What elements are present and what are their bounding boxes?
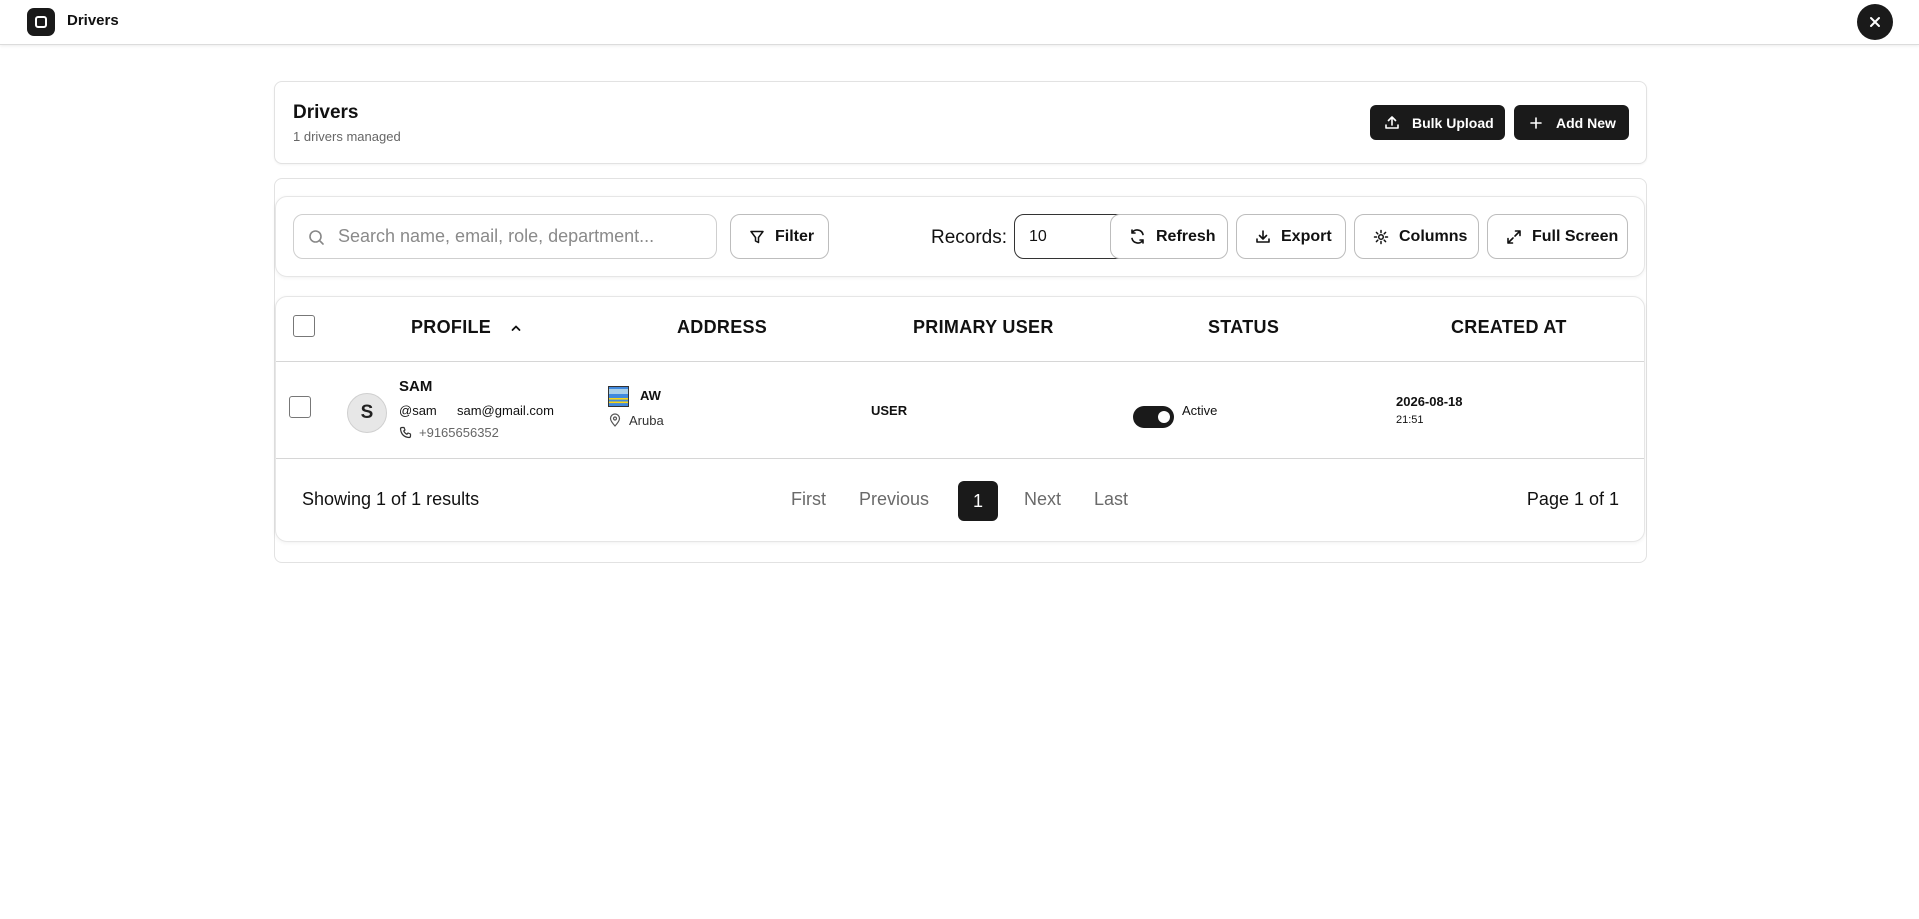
download-icon (1256, 229, 1270, 243)
table-header: PROFILE ADDRESS PRIMARY USER STATUS CREA… (276, 297, 1644, 362)
columns-button[interactable]: Columns (1354, 214, 1479, 259)
avatar: S (347, 393, 387, 433)
drivers-table: PROFILE ADDRESS PRIMARY USER STATUS CREA… (275, 296, 1645, 542)
column-header-address[interactable]: ADDRESS (677, 317, 767, 338)
filter-icon (750, 230, 764, 243)
full-screen-label: Full Screen (1532, 227, 1619, 245)
table-row[interactable]: S SAM @sam sam@gmail.com +9165656352 AW … (276, 362, 1644, 459)
records-label: Records: (931, 227, 1008, 248)
full-screen-button[interactable]: Full Screen (1487, 214, 1628, 259)
status-label: Active (1182, 403, 1218, 418)
page-indicator: Page 1 of 1 (1526, 489, 1619, 509)
columns-label: Columns (1399, 227, 1468, 245)
export-label: Export (1281, 227, 1332, 245)
country-code: AW (640, 388, 661, 403)
first-page-link[interactable]: First (791, 489, 826, 510)
column-header-status[interactable]: STATUS (1208, 317, 1279, 338)
page-title: Drivers (293, 102, 359, 123)
sort-ascending-icon (512, 325, 521, 332)
refresh-button[interactable]: Refresh (1110, 214, 1228, 259)
created-date: 2026-08-18 (1396, 394, 1463, 409)
app-square-icon (27, 8, 55, 36)
refresh-label: Refresh (1156, 227, 1216, 245)
upload-icon (1385, 115, 1399, 129)
add-new-label: Add New (1556, 114, 1616, 131)
add-new-button[interactable]: Add New (1514, 105, 1629, 140)
column-header-primary-user[interactable]: PRIMARY USER (913, 317, 1054, 338)
filter-button[interactable]: Filter (730, 214, 829, 259)
driver-email: sam@gmail.com (457, 403, 554, 418)
last-page-link[interactable]: Last (1094, 489, 1128, 510)
column-header-profile[interactable]: PROFILE (411, 317, 522, 338)
window-title: Drivers (67, 12, 119, 29)
search-icon (309, 230, 324, 245)
previous-page-link[interactable]: Previous (859, 489, 929, 510)
results-summary: Showing 1 of 1 results (302, 489, 480, 509)
column-header-profile-label: PROFILE (411, 317, 492, 337)
toggle-knob (1158, 411, 1170, 423)
created-time: 21:51 (1396, 414, 1424, 426)
bulk-upload-button[interactable]: Bulk Upload (1370, 105, 1505, 140)
bulk-upload-label: Bulk Upload (1412, 114, 1494, 131)
search-input[interactable] (338, 215, 708, 258)
current-page-button[interactable]: 1 (958, 481, 998, 521)
pagination-bar: Showing 1 of 1 results First Previous 1 … (276, 460, 1644, 541)
records-value: 10 (1029, 227, 1047, 245)
close-icon (1870, 17, 1880, 27)
filter-label: Filter (775, 227, 815, 245)
expand-icon (1507, 229, 1521, 244)
page-header-card: Drivers 1 drivers managed Bulk Upload Ad… (274, 81, 1647, 164)
gear-icon (1373, 229, 1389, 244)
column-header-created-at[interactable]: CREATED AT (1451, 317, 1567, 338)
top-bar: Drivers (0, 0, 1919, 45)
row-checkbox[interactable] (289, 396, 311, 418)
aruba-flag-icon (608, 386, 629, 407)
country-name: Aruba (629, 413, 664, 428)
select-all-checkbox[interactable] (293, 315, 315, 337)
plus-icon (1530, 116, 1542, 129)
driver-name: SAM (399, 378, 433, 395)
table-toolbar: Filter Records: 10 Refresh Export Column… (275, 196, 1645, 277)
location-pin-icon (609, 413, 621, 427)
status-toggle[interactable] (1133, 406, 1174, 428)
driver-username: @sam (399, 403, 437, 418)
phone-icon (399, 426, 412, 439)
search-box[interactable] (293, 214, 717, 259)
next-page-link[interactable]: Next (1024, 489, 1061, 510)
refresh-icon (1131, 229, 1144, 244)
export-button[interactable]: Export (1236, 214, 1346, 259)
close-button[interactable] (1857, 4, 1893, 40)
driver-phone: +9165656352 (419, 425, 499, 440)
page-subtitle: 1 drivers managed (293, 129, 401, 144)
primary-user: USER (871, 403, 908, 418)
